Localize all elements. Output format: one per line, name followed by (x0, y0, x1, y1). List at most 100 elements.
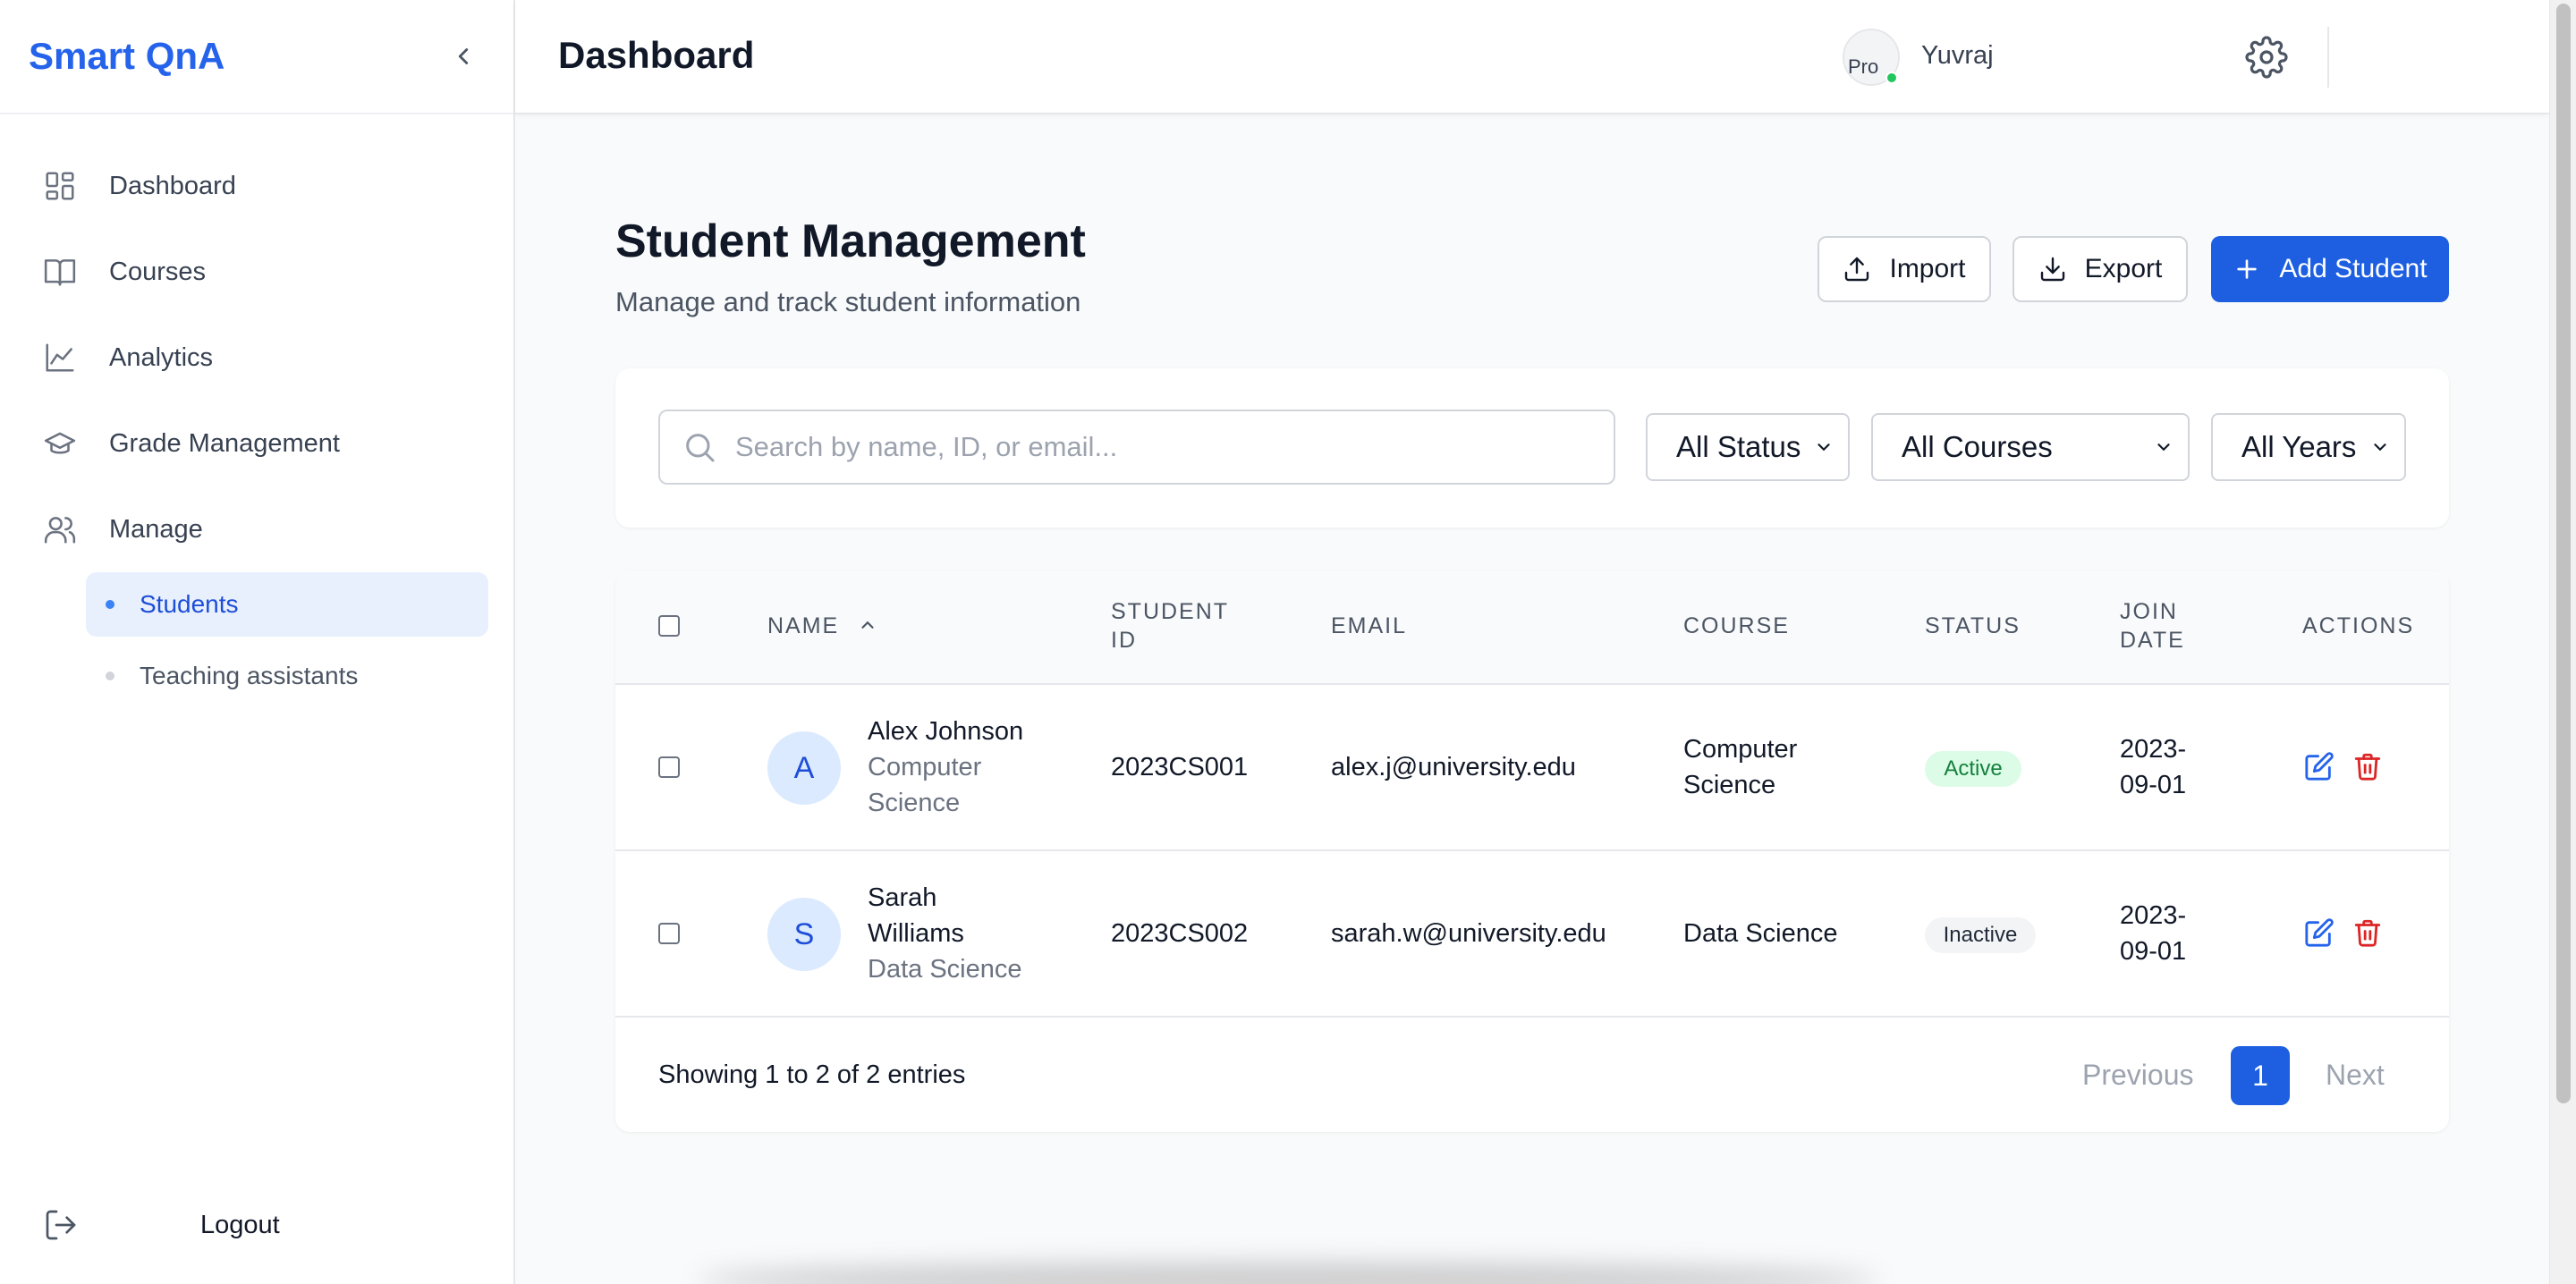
chevron-left-icon (458, 48, 469, 64)
logout-label: Logout (200, 1210, 280, 1239)
column-header-label: JOIN (2120, 599, 2178, 624)
import-label: Import (1889, 254, 1966, 283)
student-name-cell: Alex Johnson Computer Science (868, 714, 1023, 821)
trash-icon[interactable] (2352, 751, 2383, 781)
status-badge: Active (1925, 751, 2021, 787)
filter-card: All Status All Courses All Years (615, 368, 2449, 528)
student-program: Science (868, 789, 961, 817)
sidebar-subitem-label: Teaching assistants (140, 662, 359, 689)
avatar-alt-text: Pro (1848, 55, 1879, 78)
student-id-cell: 2023CS001 (1111, 753, 1249, 781)
scrollbar-thumb[interactable] (2556, 4, 2571, 1103)
join-date-cell: 2023- 09-01 (2120, 898, 2186, 969)
column-header-label: DATE (2120, 628, 2185, 653)
manage-subnav: Students Teaching assistants (0, 572, 513, 708)
courses-filter-select[interactable]: All Courses (1871, 413, 2190, 481)
course-text: Computer (1683, 735, 1798, 764)
username[interactable]: Yuvraj (1921, 41, 1994, 71)
bottom-shadow (698, 1263, 1878, 1284)
trash-icon[interactable] (2352, 917, 2383, 948)
brand-logo-text[interactable]: Smart QnA (29, 35, 225, 78)
select-all-checkbox[interactable] (658, 615, 680, 637)
pagination-previous-button[interactable]: Previous (2082, 1059, 2194, 1092)
student-program: Computer (868, 753, 982, 781)
sidebar-item-label: Dashboard (109, 171, 236, 200)
page-scrollbar[interactable] (2549, 0, 2576, 1284)
table-header: NAME STUDENT ID EMAIL COURSE STATUS JOIN D… (615, 570, 2449, 683)
sidebar-subitem-label: Students (140, 590, 239, 618)
line-chart-icon (46, 343, 74, 372)
export-label: Export (2084, 254, 2163, 283)
student-id-cell: 2023CS002 (1111, 919, 1249, 948)
book-open-icon (44, 259, 76, 286)
student-program: Data Science (868, 955, 1022, 984)
sort-ascending-icon (861, 621, 874, 629)
sidebar-subitem-teaching-assistants[interactable]: Teaching assistants (86, 644, 488, 708)
collapse-sidebar-button[interactable] (442, 35, 485, 78)
pagination-page-1-button[interactable]: 1 (2231, 1046, 2290, 1105)
sidebar-item-manage[interactable]: Manage (0, 486, 513, 572)
sidebar-item-grade-management[interactable]: Grade Management (0, 401, 513, 486)
email-cell: alex.j@university.edu (1331, 753, 1576, 781)
column-header-email[interactable]: EMAIL (1331, 612, 1407, 640)
column-header-label: NAME (767, 613, 840, 638)
column-header-actions: ACTIONS (2302, 613, 2415, 638)
sidebar-subitem-students[interactable]: Students (86, 572, 488, 637)
export-button[interactable]: Export (2012, 236, 2188, 302)
email-cell: sarah.w@university.edu (1331, 919, 1606, 948)
years-filter-value: All Years (2241, 430, 2357, 463)
column-header-label: STUDENT (1111, 599, 1230, 624)
pagination-next-button[interactable]: Next (2326, 1059, 2385, 1092)
entries-count-text: Showing 1 to 2 of 2 entries (658, 1060, 966, 1089)
header-title: Dashboard (558, 34, 755, 76)
column-header-student-id[interactable]: STUDENT ID (1111, 597, 1229, 655)
join-date-text: 2023- (2120, 901, 2187, 930)
online-status-icon (1885, 72, 1898, 84)
gear-icon[interactable] (2245, 36, 2288, 79)
row-checkbox[interactable] (658, 923, 680, 944)
edit-icon[interactable] (2304, 917, 2334, 948)
course-cell: Computer Science (1683, 731, 1797, 803)
status-filter-value: All Status (1676, 430, 1801, 463)
student-name: Williams (868, 919, 964, 948)
table-row[interactable]: A Alex Johnson Computer Science 2023CS00… (615, 683, 2449, 849)
sidebar-nav: Dashboard Courses Analytics Grade Manage… (0, 114, 513, 708)
column-header-join-date[interactable]: JOIN DATE (2120, 597, 2185, 655)
chevron-down-icon (2374, 443, 2386, 452)
join-date-text: 09-01 (2120, 937, 2187, 966)
status-filter-select[interactable]: All Status (1646, 413, 1850, 481)
sidebar-item-label: Grade Management (109, 428, 340, 458)
add-student-button[interactable]: Add Student (2211, 236, 2449, 302)
edit-icon[interactable] (2304, 751, 2334, 781)
graduation-cap-icon (44, 432, 76, 454)
sidebar-item-courses[interactable]: Courses (0, 229, 513, 315)
chevron-down-icon (2157, 443, 2170, 452)
bullet-dot-icon (106, 600, 114, 609)
join-date-text: 2023- (2120, 735, 2187, 764)
sidebar-item-dashboard[interactable]: Dashboard (0, 143, 513, 229)
column-header-status[interactable]: STATUS (1925, 612, 2021, 640)
search-input[interactable] (735, 431, 1576, 463)
logout-button[interactable]: Logout (0, 1193, 515, 1257)
column-header-course[interactable]: COURSE (1683, 612, 1790, 640)
search-box[interactable] (658, 410, 1615, 485)
student-name-cell: Sarah Williams Data Science (868, 880, 1022, 987)
dashboard-grid-icon (46, 172, 74, 200)
table-row[interactable]: S Sarah Williams Data Science 2023CS002 … (615, 849, 2449, 1016)
table-footer: Showing 1 to 2 of 2 entries Previous 1 N… (615, 1016, 2449, 1132)
column-header-name[interactable]: NAME (767, 612, 877, 640)
import-button[interactable]: Import (1818, 236, 1991, 302)
sidebar: Smart QnA Dashboard Courses Analytics Gr… (0, 0, 515, 1284)
course-cell: Data Science (1683, 919, 1838, 948)
column-header-label: ID (1111, 628, 1137, 653)
status-badge: Inactive (1925, 917, 2036, 953)
course-text: Science (1683, 771, 1776, 799)
chevron-down-icon (1818, 443, 1830, 452)
search-icon (686, 434, 715, 462)
page-title: Student Management (615, 215, 1086, 267)
join-date-cell: 2023- 09-01 (2120, 731, 2186, 803)
page-subtitle: Manage and track student information (615, 286, 1081, 317)
sidebar-item-analytics[interactable]: Analytics (0, 315, 513, 401)
years-filter-select[interactable]: All Years (2211, 413, 2406, 481)
row-checkbox[interactable] (658, 756, 680, 778)
